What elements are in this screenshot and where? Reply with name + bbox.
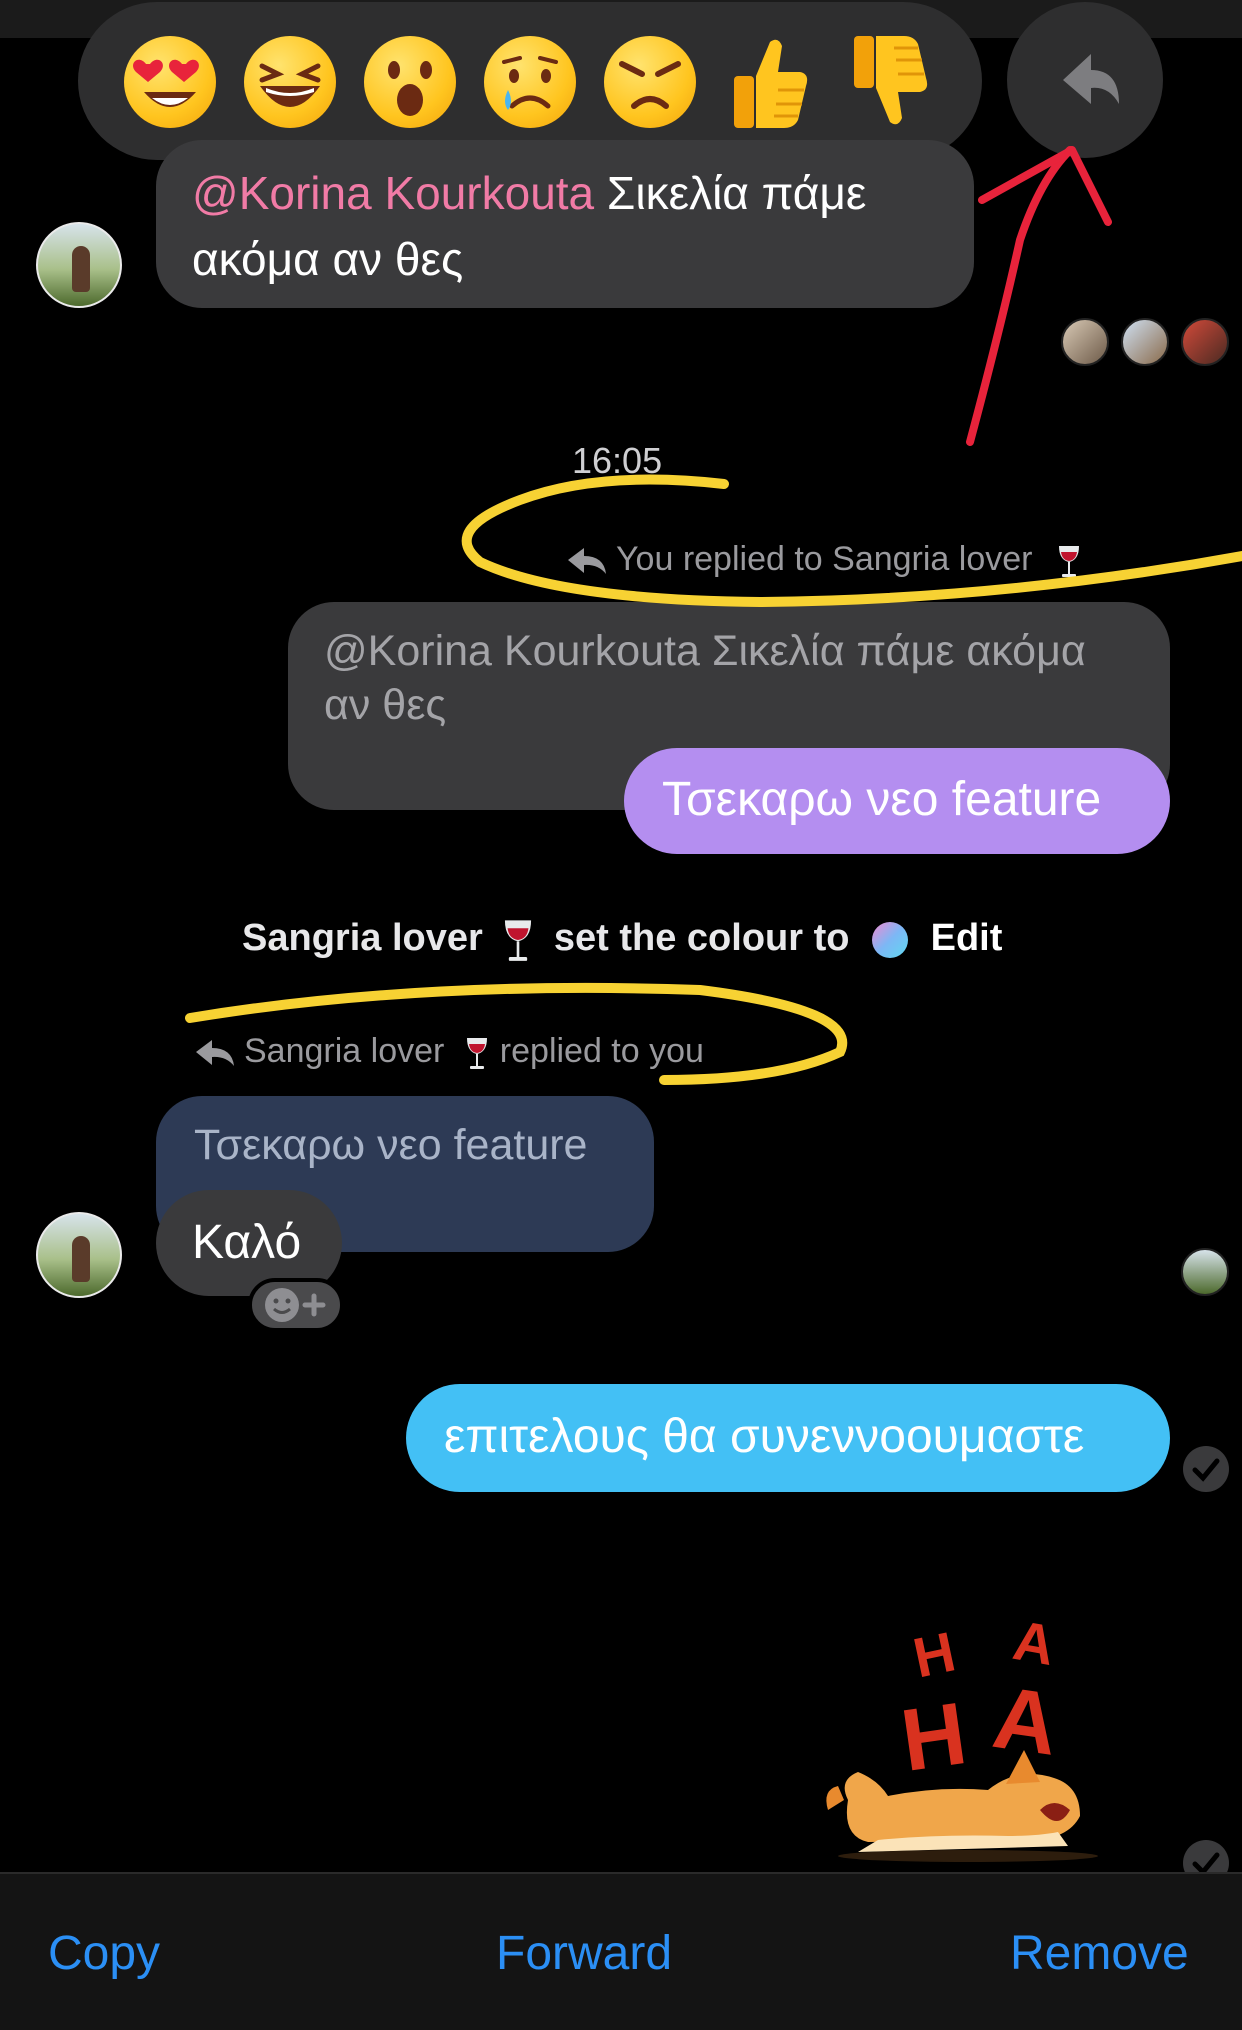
reply-arrow-icon (194, 1038, 238, 1068)
my-message-bubble[interactable]: επιτελους θα συνεννοουμαστε (406, 1384, 1170, 1492)
haha-sticker[interactable]: H A H A (818, 1608, 1118, 1864)
reply-header-text: replied to you (499, 1032, 704, 1070)
forward-button[interactable]: Forward (496, 1926, 672, 1981)
thumbs-down-emoji[interactable] (846, 32, 932, 132)
heart-eyes-emoji[interactable] (124, 36, 216, 128)
message-text-part: Σικελία πάμε (594, 167, 867, 219)
seen-avatar (1061, 318, 1109, 366)
wine-glass-icon (501, 916, 535, 964)
quoted-line: @Korina Kourkouta Σικελία πάμε ακόμα (324, 627, 1086, 675)
mention[interactable]: @Korina Kourkouta (192, 167, 594, 219)
avatar[interactable] (36, 222, 122, 308)
reply-header: Sangria lover replied to you (194, 1032, 704, 1071)
system-text: set the colour to (553, 917, 850, 960)
sent-check-icon (1183, 1446, 1229, 1492)
quoted-line: αν θες (324, 681, 447, 729)
reply-header-name: Sangria lover (244, 1032, 445, 1070)
quoted-line: Τσεκαρω νεο feature (194, 1121, 588, 1169)
system-name: Sangria lover (242, 917, 483, 960)
action-bar: Copy Forward Remove (0, 1872, 1242, 2030)
seen-avatar (1121, 318, 1169, 366)
my-reply-bubble[interactable]: Τσεκαρω νεο feature (624, 748, 1170, 854)
laughing-emoji[interactable] (244, 36, 336, 128)
thumbs-up-emoji[interactable] (726, 32, 812, 132)
add-reaction-button[interactable] (248, 1278, 344, 1332)
smiley-plus-icon (265, 1288, 326, 1322)
message-text: επιτελους θα συνεννοουμαστε (444, 1410, 1085, 1463)
reply-header: You replied to Sangria lover (566, 540, 1082, 579)
reply-header-text: You replied to Sangria lover (616, 540, 1033, 578)
reply-button[interactable] (1007, 2, 1163, 158)
reply-icon (1063, 54, 1119, 104)
message-text-line2: ακόμα αν θες (192, 233, 464, 285)
remove-button[interactable]: Remove (1010, 1926, 1189, 1981)
message-text: Καλό (192, 1216, 302, 1269)
dog-sticker-icon (826, 1750, 1098, 1862)
reply-arrow-icon (566, 546, 610, 576)
surprised-emoji[interactable] (364, 36, 456, 128)
system-message: Sangria lover set the colour to Edit (242, 916, 1002, 964)
seen-avatar (1181, 318, 1229, 366)
timestamp: 16:05 (572, 440, 663, 481)
copy-button[interactable]: Copy (48, 1926, 160, 1981)
message-text: Τσεκαρω νεο feature (662, 773, 1102, 826)
wine-glass-icon (1056, 544, 1082, 578)
angry-emoji[interactable] (604, 36, 696, 128)
message-bubble[interactable]: @Korina Kourkouta Σικελία πάμε ακόμα αν … (156, 140, 974, 308)
edit-link[interactable]: Edit (931, 917, 1003, 959)
sad-emoji[interactable] (484, 36, 576, 128)
avatar[interactable] (36, 1212, 122, 1298)
colour-swatch-icon (872, 922, 909, 958)
message-text: @Korina Kourkouta Σικελία πάμε (192, 160, 938, 226)
wine-glass-icon (464, 1036, 490, 1070)
reaction-bar (78, 2, 982, 160)
seen-avatar (1181, 1248, 1229, 1296)
